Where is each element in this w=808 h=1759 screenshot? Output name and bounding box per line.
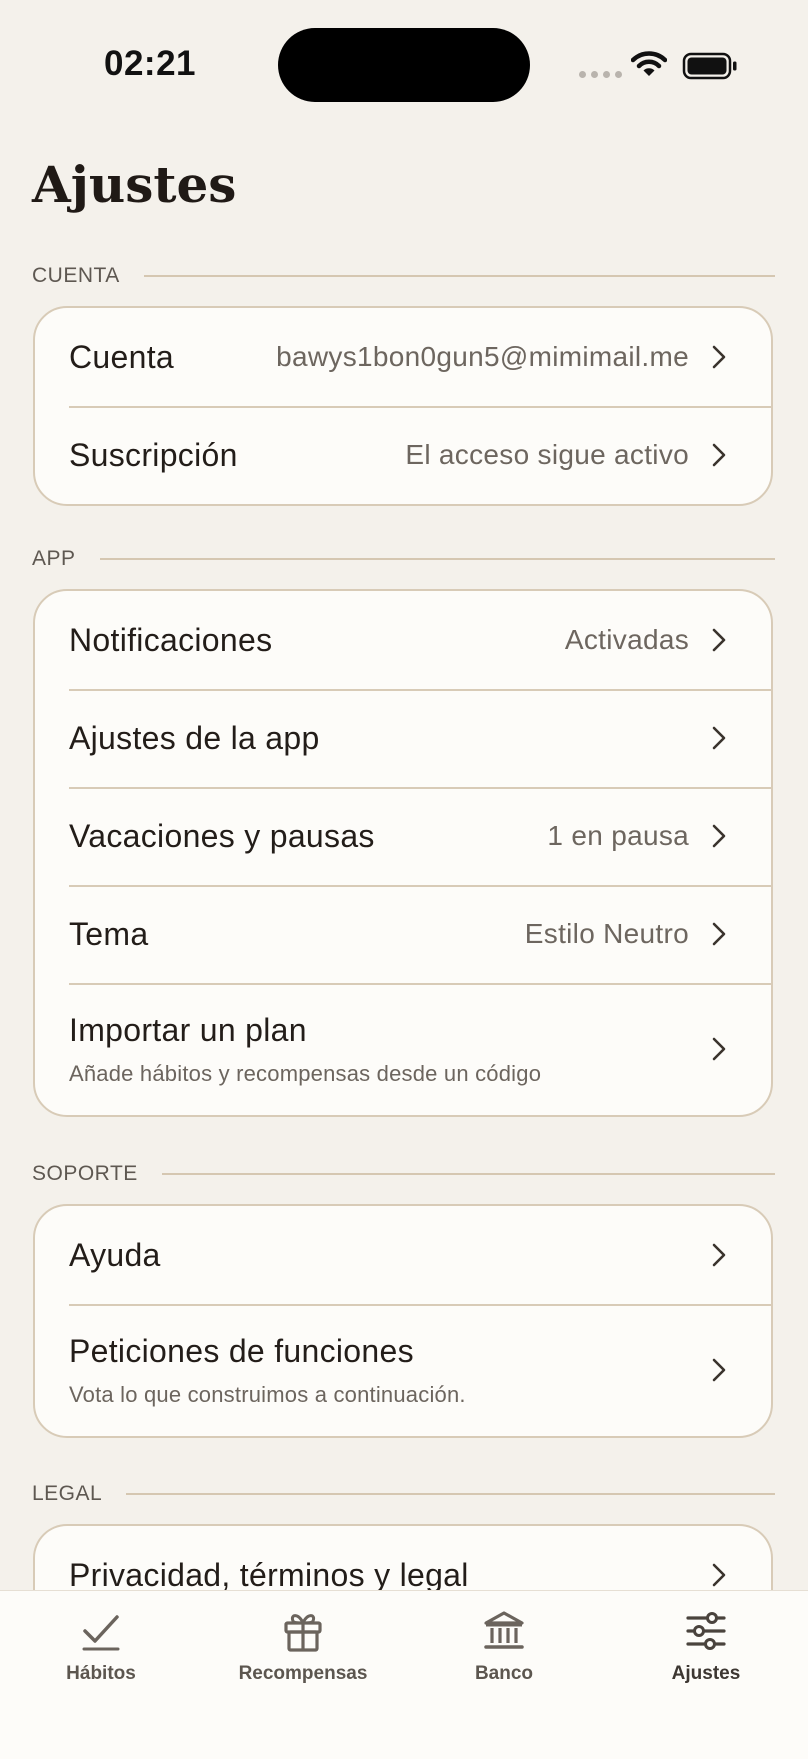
cellular-signal-icon: [579, 71, 622, 78]
row-subtitle: Añade hábitos y recompensas desde un cód…: [69, 1060, 542, 1086]
section-header-app: APP: [32, 544, 775, 574]
tab-label: Banco: [474, 1663, 534, 1684]
chevron-right-icon: [712, 1358, 726, 1382]
gift-icon: [284, 1614, 322, 1652]
row-privacidad-legal[interactable]: Privacidad, términos y legal: [35, 1526, 771, 1590]
sliders-icon: [686, 1612, 726, 1650]
tab-bar: Hábitos Recompensas Banco Ajustes: [0, 1590, 808, 1759]
section-divider: [143, 275, 775, 277]
section-divider: [161, 1173, 775, 1175]
row-subtitle: Vota lo que construimos a continuación.: [69, 1381, 466, 1407]
status-bar: 02:21: [0, 0, 808, 130]
row-importar-plan[interactable]: Importar un plan Añade hábitos y recompe…: [35, 983, 771, 1115]
section-label: LEGAL: [32, 1482, 103, 1505]
card-legal: Privacidad, términos y legal: [33, 1524, 773, 1590]
section-header-soporte: SOPORTE: [32, 1159, 775, 1189]
chevron-right-icon: [712, 345, 726, 369]
row-ajustes-app[interactable]: Ajustes de la app: [35, 689, 771, 787]
row-title: Importar un plan: [69, 1011, 307, 1048]
page-title: Ajustes: [32, 155, 237, 214]
row-tema[interactable]: Tema Estilo Neutro: [35, 885, 771, 983]
chevron-right-icon: [712, 922, 726, 946]
tab-ajustes[interactable]: Ajustes: [616, 1609, 796, 1685]
chevron-right-icon: [712, 443, 726, 467]
row-vacaciones-pausas[interactable]: Vacaciones y pausas 1 en pausa: [35, 787, 771, 885]
row-value: 1 en pausa: [547, 820, 689, 851]
row-ayuda[interactable]: Ayuda: [35, 1206, 771, 1304]
section-header-legal: LEGAL: [32, 1479, 775, 1509]
card-soporte: Ayuda Peticiones de funciones Vota lo qu…: [33, 1204, 773, 1438]
dynamic-island: [278, 28, 530, 102]
row-peticiones-funciones[interactable]: Peticiones de funciones Vota lo que cons…: [35, 1304, 771, 1436]
bank-icon: [484, 1611, 524, 1649]
row-title: Cuenta: [69, 338, 174, 375]
tab-banco[interactable]: Banco: [414, 1609, 594, 1685]
card-app: Notificaciones Activadas Ajustes de la a…: [33, 589, 773, 1117]
section-header-cuenta: CUENTA: [32, 261, 775, 291]
row-title: Ajustes de la app: [69, 719, 320, 756]
row-title: Vacaciones y pausas: [69, 817, 375, 854]
section-divider: [126, 1493, 775, 1495]
row-title: Notificaciones: [69, 621, 273, 658]
chevron-right-icon: [712, 1563, 726, 1587]
chevron-right-icon: [712, 1037, 726, 1061]
row-value: Estilo Neutro: [524, 918, 689, 949]
section-label: APP: [32, 547, 76, 570]
row-suscripcion[interactable]: Suscripción El acceso sigue activo: [35, 406, 771, 504]
chevron-right-icon: [712, 1243, 726, 1267]
row-value: El acceso sigue activo: [405, 439, 689, 470]
tab-habitos[interactable]: Hábitos: [11, 1609, 191, 1685]
row-cuenta[interactable]: Cuenta bawys1bon0gun5@mimimail.me: [35, 308, 771, 406]
tab-label: Hábitos: [66, 1663, 136, 1684]
row-value: bawys1bon0gun5@mimimail.me: [276, 341, 689, 372]
card-cuenta: Cuenta bawys1bon0gun5@mimimail.me Suscri…: [33, 306, 773, 506]
row-title: Ayuda: [69, 1236, 161, 1273]
row-title: Tema: [69, 915, 149, 952]
row-title: Suscripción: [69, 436, 238, 473]
chevron-right-icon: [712, 726, 726, 750]
tab-recompensas[interactable]: Recompensas: [213, 1609, 393, 1685]
status-time: 02:21: [104, 44, 197, 83]
row-title: Peticiones de funciones: [69, 1332, 414, 1369]
tab-label: Recompensas: [238, 1663, 368, 1684]
tab-label: Ajustes: [671, 1663, 741, 1684]
battery-icon: [682, 52, 737, 80]
chevron-right-icon: [712, 824, 726, 848]
section-label: SOPORTE: [32, 1162, 138, 1185]
section-divider: [99, 558, 775, 560]
chevron-right-icon: [712, 628, 726, 652]
row-value: Activadas: [564, 624, 689, 655]
row-title: Privacidad, términos y legal: [69, 1556, 469, 1591]
checkmark-icon: [82, 1615, 120, 1651]
row-notificaciones[interactable]: Notificaciones Activadas: [35, 591, 771, 689]
wifi-icon: [631, 51, 667, 76]
section-label: CUENTA: [32, 264, 120, 287]
